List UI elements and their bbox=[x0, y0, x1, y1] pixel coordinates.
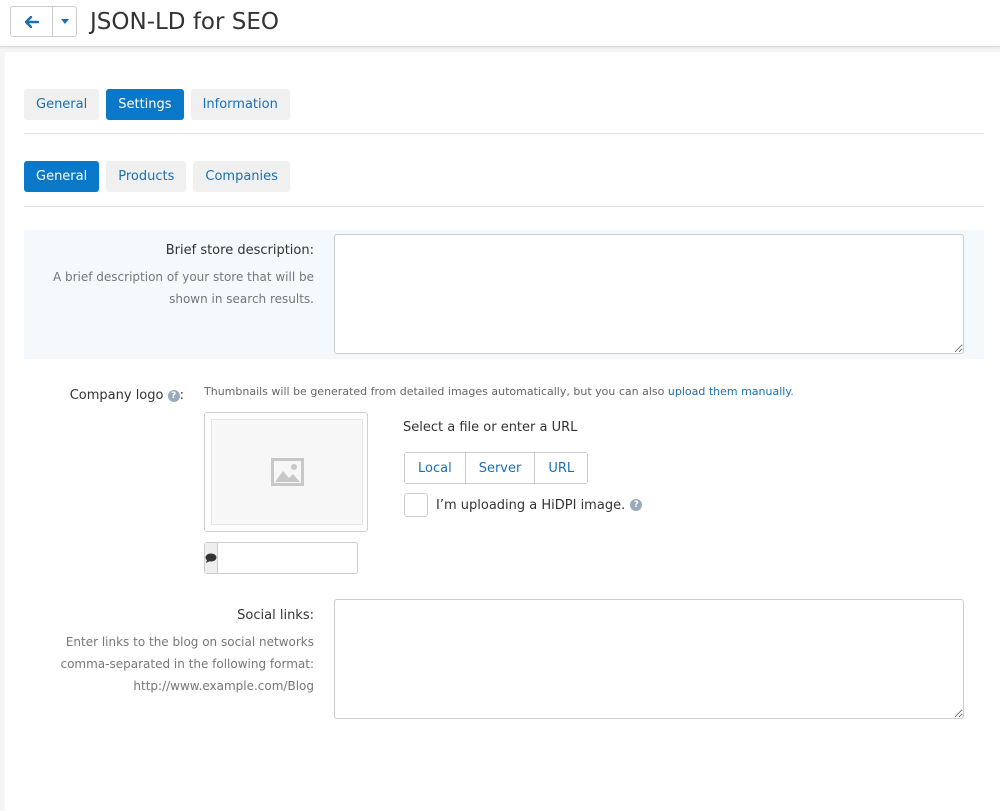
back-button[interactable] bbox=[11, 7, 54, 36]
divider bbox=[24, 133, 984, 134]
logo-thumbnail bbox=[204, 412, 368, 532]
arrow-left-icon bbox=[24, 15, 39, 28]
navigation-button-group bbox=[10, 6, 77, 37]
thumbnail-hint-text: Thumbnails will be generated from detail… bbox=[204, 385, 668, 398]
hidpi-label: I’m uploading a HiDPI image. bbox=[436, 497, 626, 513]
upload-manually-link[interactable]: upload them manually bbox=[668, 385, 790, 398]
tab-settings[interactable]: Settings bbox=[106, 89, 184, 120]
thumbnail-hint: Thumbnails will be generated from detail… bbox=[204, 385, 794, 398]
upload-title: Select a file or enter a URL bbox=[403, 420, 578, 435]
brief-description-textarea[interactable] bbox=[334, 234, 964, 354]
logo-thumbnail-placeholder bbox=[211, 419, 363, 525]
upload-local-button[interactable]: Local bbox=[405, 453, 466, 483]
main-content: General Settings Information General Pro… bbox=[5, 52, 1000, 811]
caret-down-icon bbox=[60, 19, 69, 24]
subtab-products[interactable]: Products bbox=[106, 161, 187, 192]
company-logo-label: Company logo bbox=[69, 388, 164, 403]
back-dropdown-button[interactable] bbox=[53, 7, 76, 36]
upload-server-button[interactable]: Server bbox=[465, 453, 536, 483]
company-logo-label-wrap: Company logo ?: bbox=[24, 388, 184, 403]
brief-description-label: Brief store description: bbox=[165, 243, 314, 258]
subtab-general[interactable]: General bbox=[24, 161, 100, 192]
tab-general[interactable]: General bbox=[24, 89, 100, 120]
page-header: JSON-LD for SEO bbox=[0, 0, 1000, 47]
hidpi-option: I’m uploading a HiDPI image. ? bbox=[404, 493, 643, 517]
upload-source-buttons: Local Server URL bbox=[404, 452, 589, 484]
alt-text-addon bbox=[205, 543, 218, 573]
comment-icon bbox=[205, 553, 217, 563]
company-logo-label-colon: : bbox=[179, 388, 184, 403]
upload-url-button[interactable]: URL bbox=[535, 453, 588, 483]
page-title: JSON-LD for SEO bbox=[90, 9, 279, 35]
social-links-textarea[interactable] bbox=[334, 599, 964, 719]
hidpi-checkbox[interactable] bbox=[404, 493, 428, 517]
main-tabs: General Settings Information bbox=[24, 89, 297, 120]
divider bbox=[24, 206, 984, 207]
image-placeholder-icon bbox=[270, 458, 304, 486]
social-links-help: Enter links to the blog on social networ… bbox=[60, 635, 314, 693]
logo-alt-text-input[interactable] bbox=[218, 543, 399, 573]
logo-alt-text-field[interactable] bbox=[204, 542, 399, 574]
help-icon[interactable]: ? bbox=[630, 499, 643, 511]
sub-tabs: General Products Companies bbox=[24, 161, 297, 192]
subtab-companies[interactable]: Companies bbox=[193, 161, 290, 192]
thumbnail-hint-end: . bbox=[790, 385, 794, 398]
brief-description-help: A brief description of your store that w… bbox=[52, 270, 314, 306]
tab-information[interactable]: Information bbox=[190, 89, 290, 120]
social-links-label: Social links: bbox=[237, 608, 314, 623]
help-icon[interactable]: ? bbox=[167, 389, 180, 402]
